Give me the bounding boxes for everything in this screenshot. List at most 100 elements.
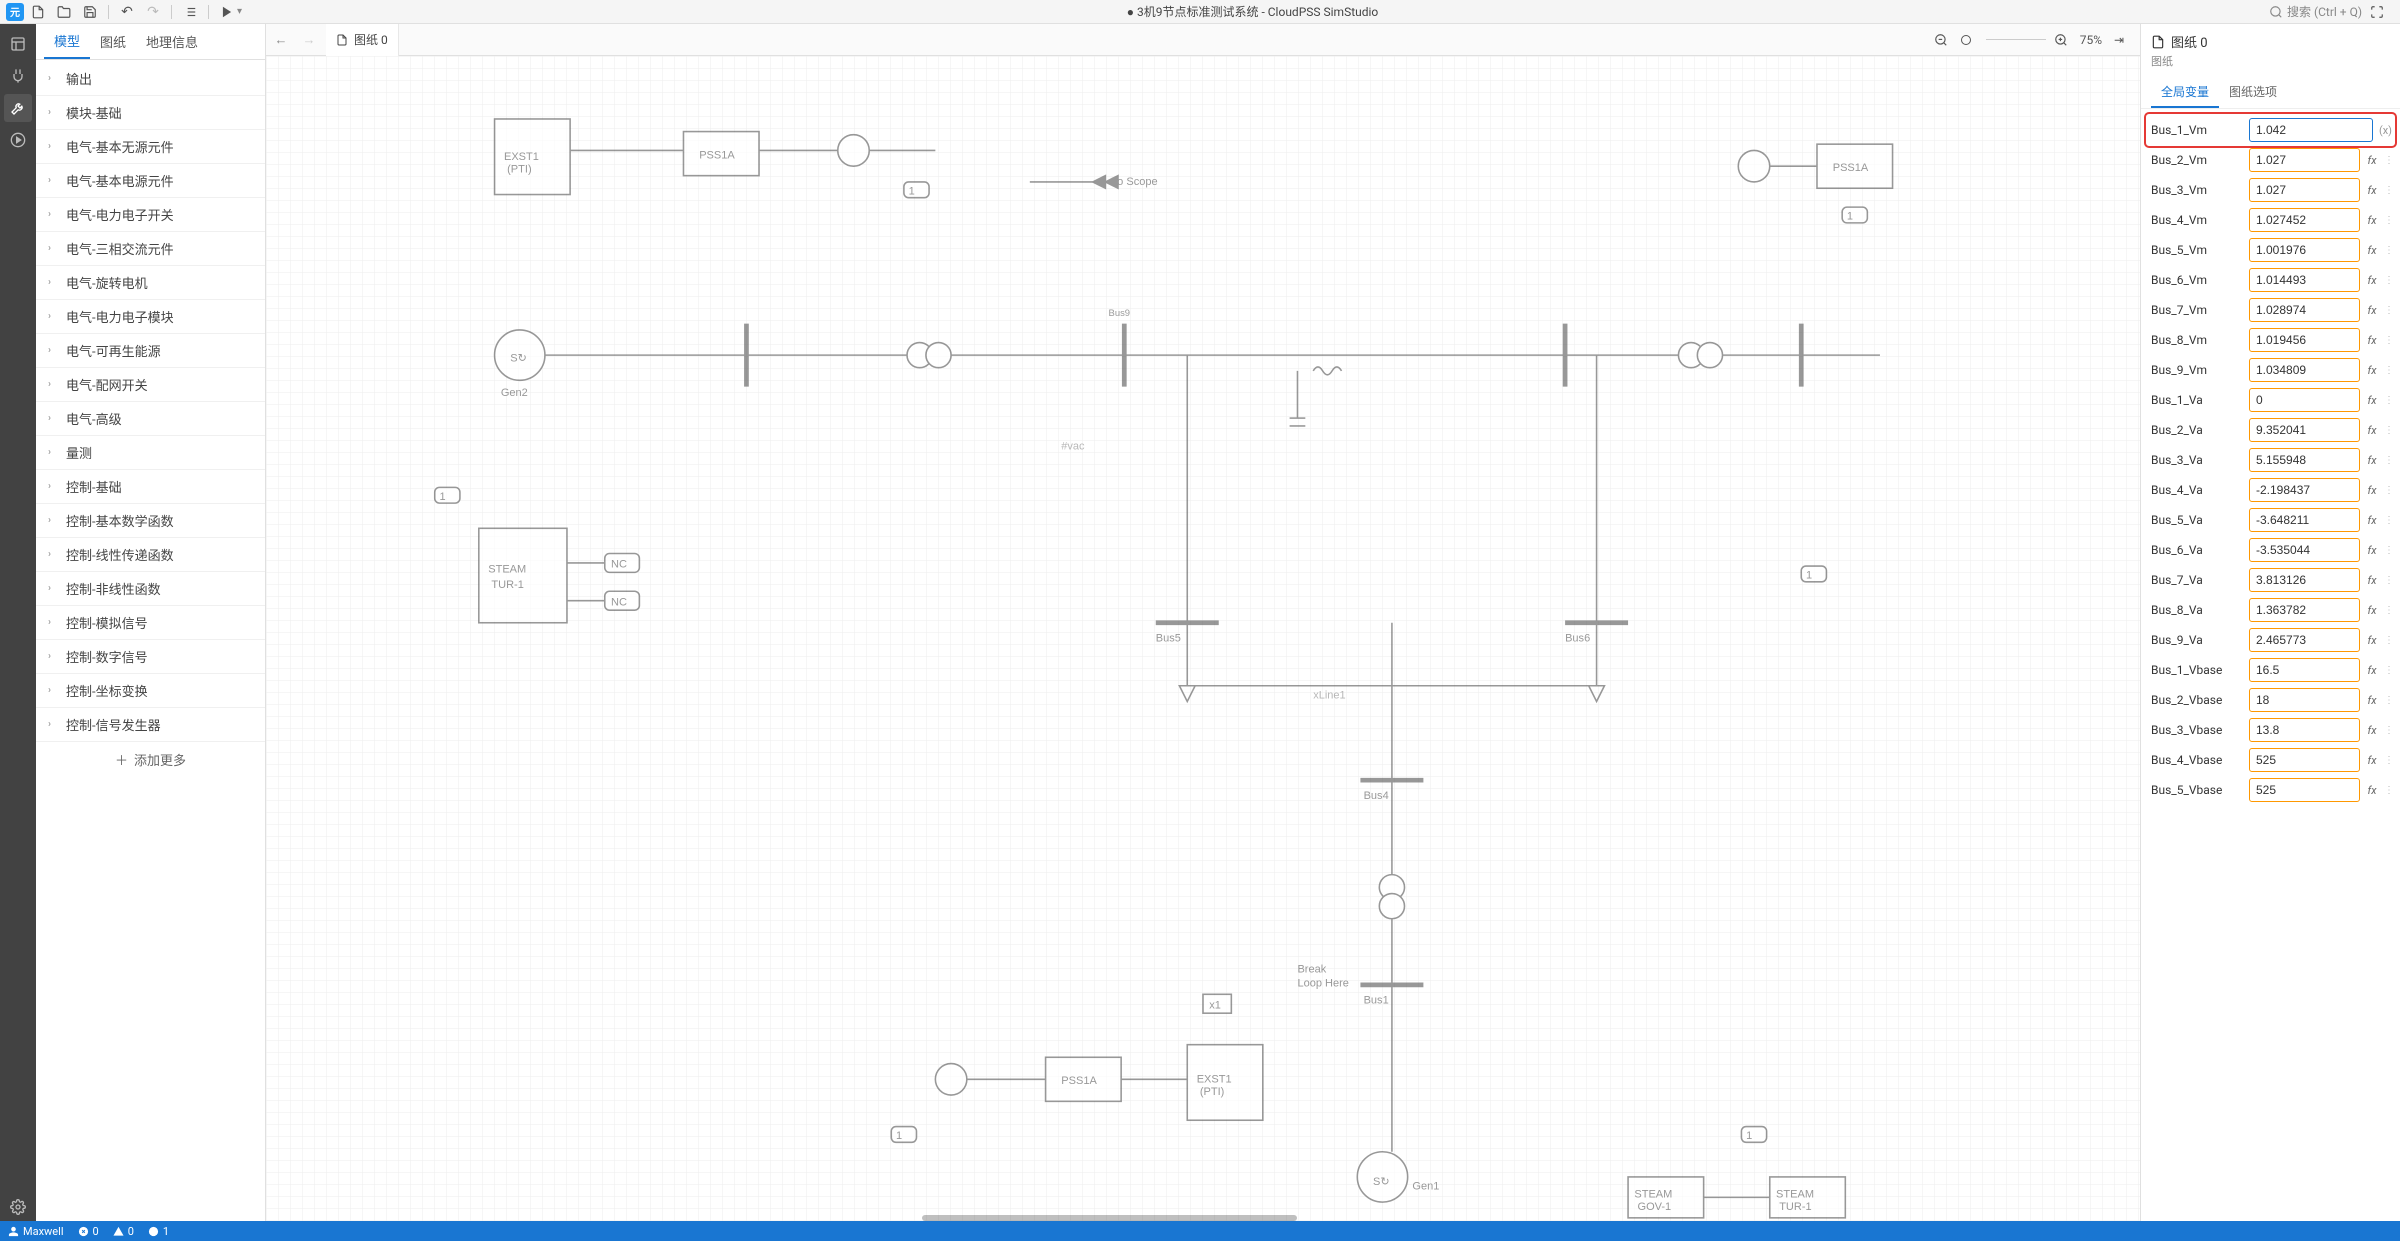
drag-handle-icon[interactable]: ⋮	[2384, 755, 2392, 766]
rail-item-tools[interactable]	[4, 94, 32, 122]
fx-button[interactable]: fx	[2364, 334, 2380, 347]
diagram-canvas[interactable]: EXST1 (PTI) PSS1A 1 To Scope	[266, 56, 2140, 1221]
tree-item[interactable]: ›电气-高级	[36, 402, 265, 436]
run-button[interactable]	[215, 0, 239, 24]
drag-handle-icon[interactable]: ⋮	[2384, 515, 2392, 526]
variable-value-input[interactable]	[2249, 328, 2360, 352]
fx-button[interactable]: fx	[2364, 604, 2380, 617]
tree-item[interactable]: ›电气-基本电源元件	[36, 164, 265, 198]
status-user[interactable]: Maxwell	[8, 1225, 64, 1238]
new-file-button[interactable]	[26, 0, 50, 24]
variable-value-input[interactable]	[2249, 148, 2360, 172]
document-tab-active[interactable]: 图纸 0	[326, 24, 399, 56]
fx-button[interactable]: fx	[2364, 754, 2380, 767]
fx-button[interactable]: fx	[2364, 154, 2380, 167]
tab-sheet-options[interactable]: 图纸选项	[2219, 77, 2287, 108]
drag-handle-icon[interactable]: ⋮	[2384, 335, 2392, 346]
variable-value-input[interactable]	[2249, 628, 2360, 652]
variable-value-input[interactable]	[2249, 298, 2360, 322]
exit-zoom-button[interactable]: ⇥	[2110, 33, 2128, 47]
drag-handle-icon[interactable]: ⋮	[2384, 395, 2392, 406]
drag-handle-icon[interactable]: ⋮	[2384, 545, 2392, 556]
zoom-in-button[interactable]	[2054, 33, 2072, 47]
fx-button[interactable]: fx	[2364, 484, 2380, 497]
variable-value-input[interactable]	[2249, 658, 2360, 682]
variable-value-input[interactable]	[2249, 448, 2360, 472]
rail-item-layout[interactable]	[4, 30, 32, 58]
drag-handle-icon[interactable]: ⋮	[2384, 605, 2392, 616]
tree-item[interactable]: ›电气-电力电子开关	[36, 198, 265, 232]
fx-button[interactable]: fx	[2364, 514, 2380, 527]
status-errors[interactable]: 0	[78, 1225, 99, 1238]
tab-global-vars[interactable]: 全局变量	[2151, 77, 2219, 108]
rail-item-play[interactable]	[4, 126, 32, 154]
tree-item[interactable]: ›电气-可再生能源	[36, 334, 265, 368]
fx-button[interactable]: fx	[2364, 664, 2380, 677]
drag-handle-icon[interactable]: ⋮	[2384, 575, 2392, 586]
drag-handle-icon[interactable]: ⋮	[2384, 785, 2392, 796]
tab-sheet[interactable]: 图纸	[90, 24, 136, 59]
variable-value-input[interactable]	[2249, 688, 2360, 712]
variable-value-input[interactable]	[2249, 568, 2360, 592]
drag-handle-icon[interactable]: ⋮	[2384, 365, 2392, 376]
rail-item-plug[interactable]	[4, 62, 32, 90]
tree-item[interactable]: ›控制-坐标变换	[36, 674, 265, 708]
tree-item[interactable]: ›电气-三相交流元件	[36, 232, 265, 266]
fx-button[interactable]: fx	[2364, 784, 2380, 797]
variable-value-input[interactable]	[2249, 388, 2360, 412]
redo-button[interactable]: ↷	[141, 0, 165, 24]
variable-value-input[interactable]	[2249, 598, 2360, 622]
canvas-scrollbar[interactable]	[922, 1215, 1297, 1221]
tree-item[interactable]: ›控制-基本数学函数	[36, 504, 265, 538]
fx-button[interactable]: fx	[2364, 544, 2380, 557]
variable-value-input[interactable]	[2249, 718, 2360, 742]
tree-item[interactable]: ›量测	[36, 436, 265, 470]
tab-geo[interactable]: 地理信息	[136, 24, 208, 59]
save-button[interactable]	[78, 0, 102, 24]
open-file-button[interactable]	[52, 0, 76, 24]
fx-button[interactable]: fx	[2364, 184, 2380, 197]
tree-item[interactable]: ›控制-非线性函数	[36, 572, 265, 606]
tree-item[interactable]: ›控制-数字信号	[36, 640, 265, 674]
tree-item[interactable]: ›电气-电力电子模块	[36, 300, 265, 334]
variable-value-input[interactable]	[2249, 208, 2360, 232]
drag-handle-icon[interactable]: ⋮	[2384, 485, 2392, 496]
fx-button[interactable]: fx	[2364, 424, 2380, 437]
undo-button[interactable]: ↶	[115, 0, 139, 24]
nav-forward-button[interactable]: →	[298, 32, 320, 48]
drag-handle-icon[interactable]: ⋮	[2384, 455, 2392, 466]
fx-button[interactable]: fx	[2364, 364, 2380, 377]
zoom-fit-button[interactable]	[1960, 34, 1978, 46]
variable-value-input[interactable]	[2249, 178, 2360, 202]
variable-value-input[interactable]	[2249, 118, 2373, 142]
variable-value-input[interactable]	[2249, 358, 2360, 382]
drag-handle-icon[interactable]: ⋮	[2384, 215, 2392, 226]
tree-add-more[interactable]: ＋添加更多	[36, 742, 265, 776]
global-search[interactable]: 搜索 (Ctrl + Q)	[2263, 3, 2368, 20]
fx-button[interactable]: fx	[2364, 244, 2380, 257]
drag-handle-icon[interactable]: ⋮	[2384, 305, 2392, 316]
fx-button[interactable]: fx	[2364, 454, 2380, 467]
drag-handle-icon[interactable]: ⋮	[2384, 155, 2392, 166]
tree-item[interactable]: ›电气-配网开关	[36, 368, 265, 402]
zoom-out-button[interactable]	[1934, 33, 1952, 47]
drag-handle-icon[interactable]: ⋮	[2384, 185, 2392, 196]
variable-value-input[interactable]	[2249, 748, 2360, 772]
drag-handle-icon[interactable]: ⋮	[2384, 275, 2392, 286]
fx-button[interactable]: fx	[2364, 724, 2380, 737]
nav-back-button[interactable]: ←	[270, 32, 292, 48]
fx-button[interactable]: fx	[2364, 214, 2380, 227]
variable-value-input[interactable]	[2249, 268, 2360, 292]
variable-value-input[interactable]	[2249, 238, 2360, 262]
status-warnings[interactable]: 0	[113, 1225, 134, 1238]
variable-value-input[interactable]	[2249, 418, 2360, 442]
drag-handle-icon[interactable]: ⋮	[2384, 635, 2392, 646]
variable-value-input[interactable]	[2249, 778, 2360, 802]
tree-item[interactable]: ›输出	[36, 62, 265, 96]
tree-item[interactable]: ›控制-模拟信号	[36, 606, 265, 640]
tree-item[interactable]: ›控制-信号发生器	[36, 708, 265, 742]
tab-model[interactable]: 模型	[44, 24, 90, 59]
rail-item-settings[interactable]	[4, 1193, 32, 1221]
fx-button[interactable]: fx	[2364, 574, 2380, 587]
tree-item[interactable]: ›模块-基础	[36, 96, 265, 130]
